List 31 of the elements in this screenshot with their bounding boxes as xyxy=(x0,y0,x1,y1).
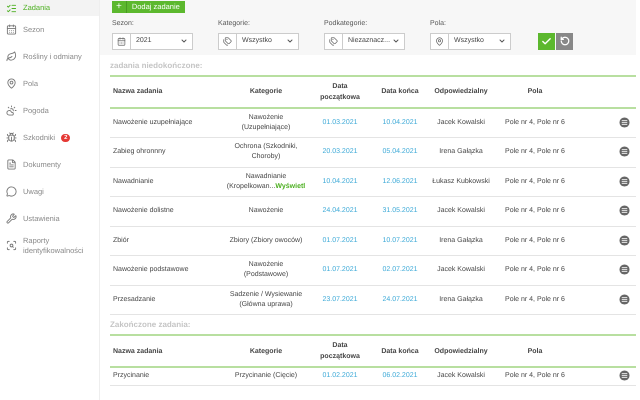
document-icon xyxy=(6,159,17,170)
tags-icon xyxy=(223,36,232,46)
caret-icon xyxy=(498,37,506,45)
bug-icon xyxy=(6,132,17,143)
tags-icon xyxy=(329,36,338,46)
map-pin-icon xyxy=(6,78,17,89)
section-title: Zakończone zadania: xyxy=(110,319,192,331)
reset-button[interactable] xyxy=(556,32,573,50)
wrench-icon xyxy=(6,213,17,224)
reset-icon xyxy=(560,36,570,46)
search-report-icon xyxy=(6,240,17,251)
menu-circle-icon[interactable] xyxy=(619,176,630,187)
menu-circle-icon[interactable] xyxy=(619,264,630,276)
menu-circle-icon[interactable] xyxy=(619,234,630,246)
menu-circle-icon[interactable] xyxy=(619,146,630,158)
section-title: zadania niedokończone: xyxy=(110,60,204,72)
menu-circle-icon[interactable] xyxy=(619,205,630,216)
calendar-icon xyxy=(6,24,17,35)
caret-icon xyxy=(392,37,400,45)
menu-circle-icon[interactable] xyxy=(619,116,630,128)
check-icon xyxy=(541,36,552,46)
map-pin-icon xyxy=(435,36,444,46)
menu-circle-icon[interactable] xyxy=(619,370,630,382)
menu-circle-icon[interactable] xyxy=(619,294,630,305)
chat-bubble-icon xyxy=(6,186,17,197)
caret-icon xyxy=(286,37,294,45)
leaf-icon xyxy=(6,51,17,62)
calendar-icon xyxy=(117,36,126,46)
caret-icon xyxy=(180,37,188,45)
checklist-icon xyxy=(6,2,17,14)
cloud-sun-icon xyxy=(6,105,17,116)
